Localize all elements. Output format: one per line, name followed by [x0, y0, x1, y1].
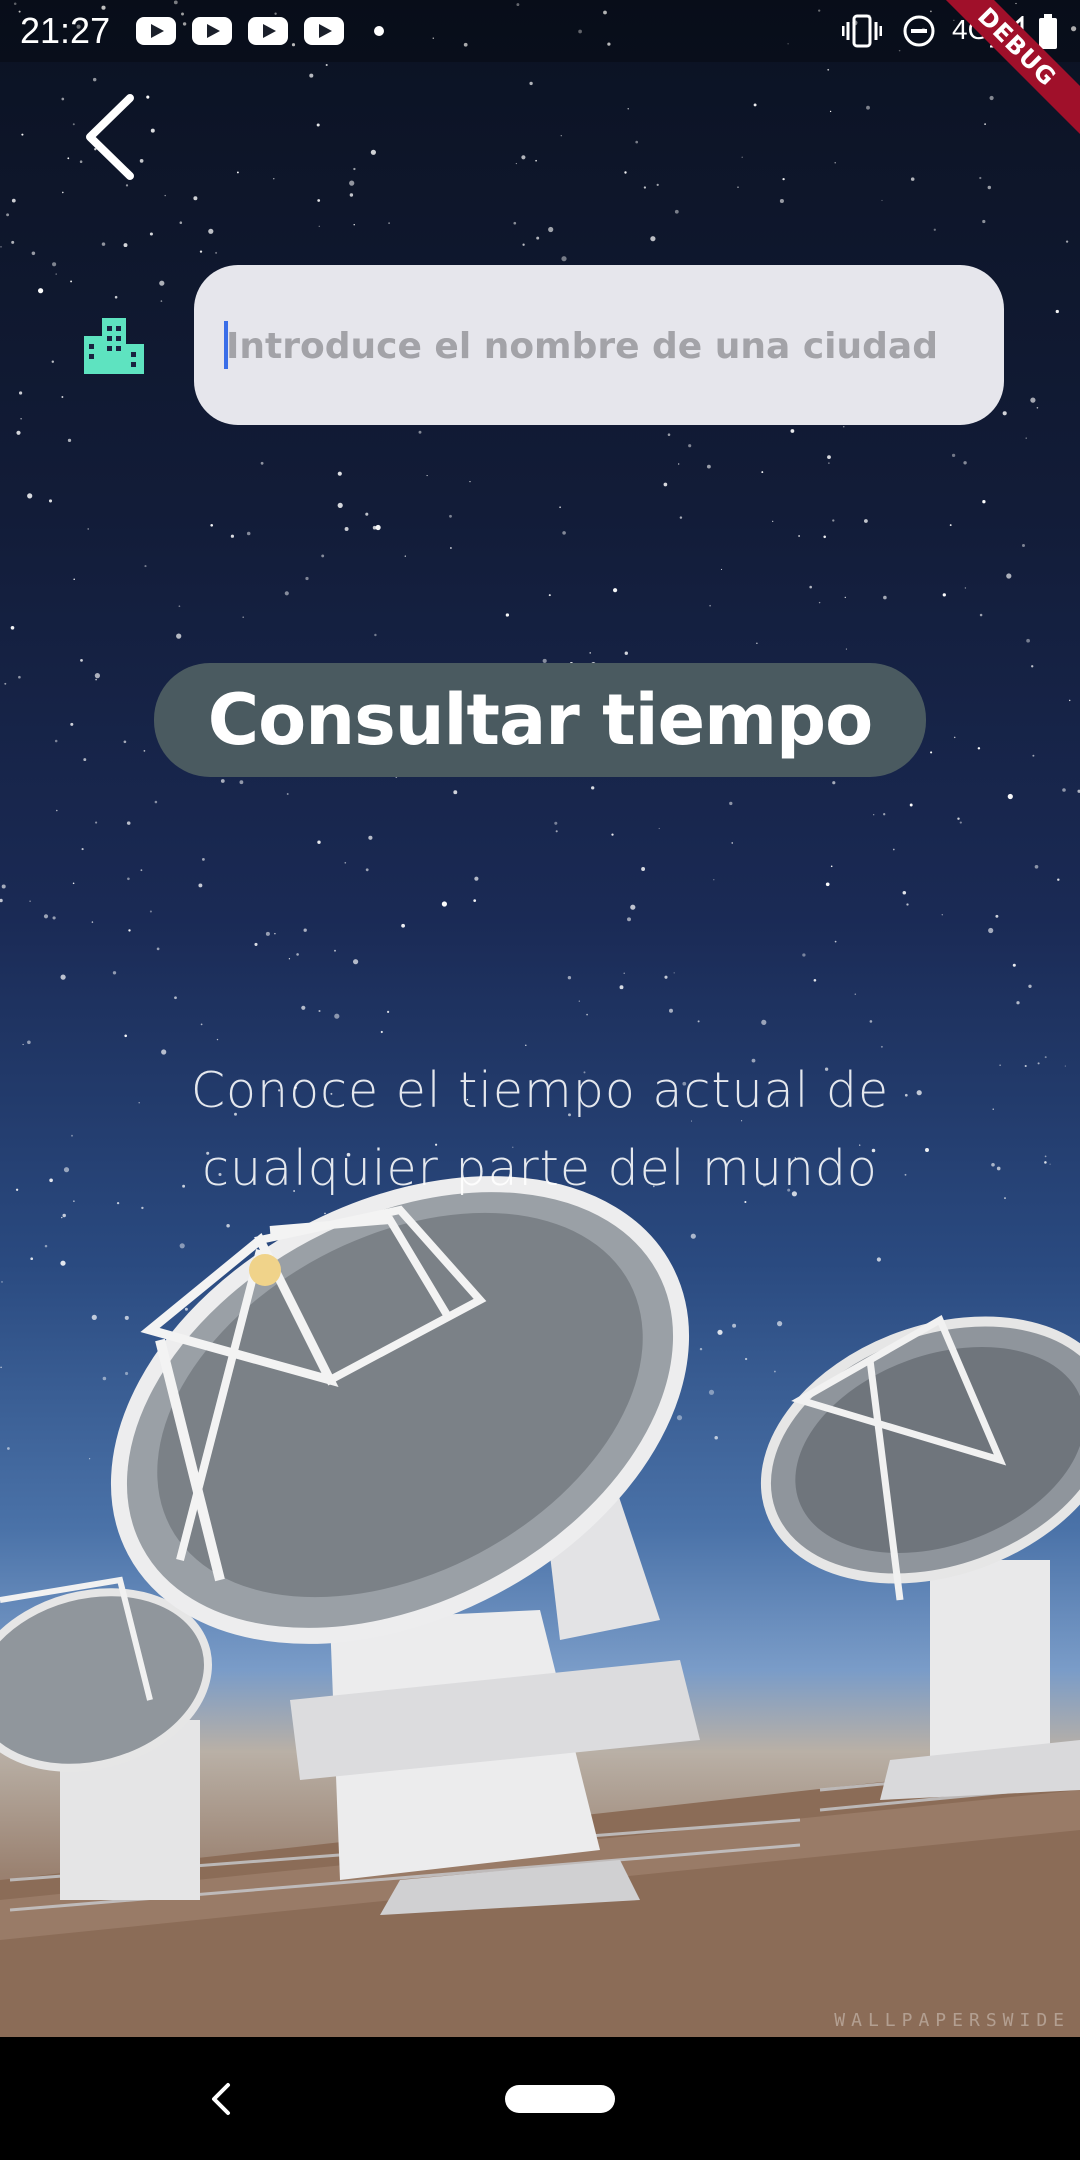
back-arrow-button[interactable]	[78, 92, 148, 182]
nav-back-icon[interactable]	[206, 2081, 236, 2117]
status-time: 21:27	[20, 10, 111, 51]
tagline-line-2: cualquier parte del mundo	[202, 1140, 878, 1197]
youtube-icon	[304, 17, 344, 45]
tagline-line-1: Conoce el tiempo actual de	[190, 1062, 890, 1119]
nav-home-pill[interactable]	[505, 2085, 615, 2113]
city-search-field[interactable]	[194, 265, 1004, 427]
city-input[interactable]	[224, 265, 988, 427]
consult-weather-button[interactable]: Consultar tiempo	[154, 663, 926, 777]
wallpaper-watermark: WALLPAPERSWIDE	[834, 2010, 1070, 2031]
youtube-icon	[136, 17, 176, 45]
youtube-icon	[248, 17, 288, 45]
do-not-disturb-icon	[903, 15, 935, 47]
battery-icon	[1039, 14, 1057, 49]
text-cursor	[224, 321, 228, 369]
youtube-icon	[192, 17, 232, 45]
status-bar: 21:27 4G	[0, 0, 1080, 62]
more-notifications-dot-icon	[374, 26, 384, 36]
tagline: Conoce el tiempo actual de cualquier par…	[0, 1052, 1080, 1208]
vibrate-icon	[842, 14, 882, 48]
system-navigation-bar	[0, 2037, 1080, 2160]
city-icon	[84, 318, 144, 374]
app-screen: WALLPAPERSWIDE 21:27 4G DEBUG Introduce …	[0, 0, 1080, 2160]
